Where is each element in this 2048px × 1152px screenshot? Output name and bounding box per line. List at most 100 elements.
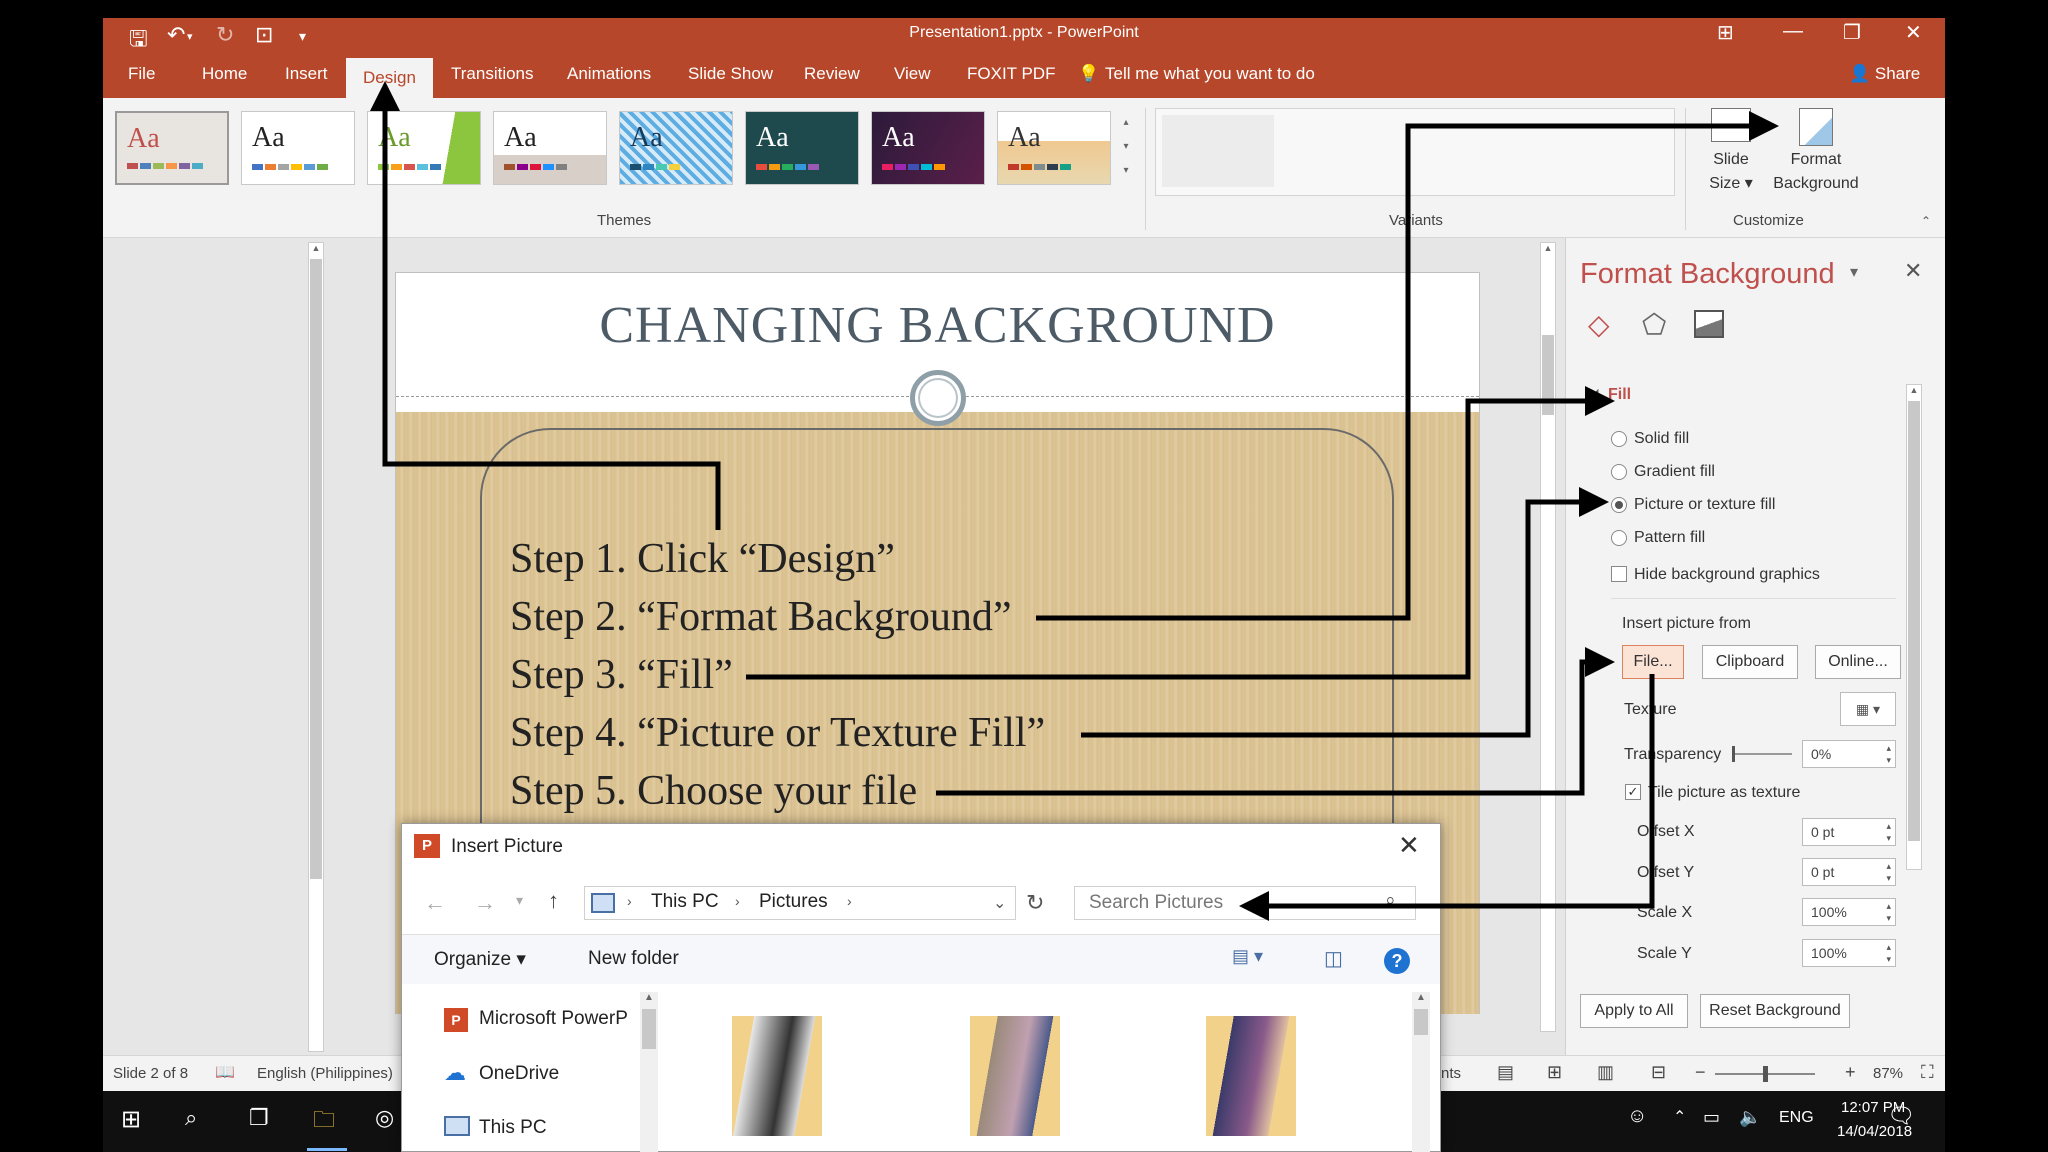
action-center-icon[interactable]: 🗨: [1887, 1103, 1915, 1129]
clipboard-button[interactable]: Clipboard: [1702, 645, 1798, 679]
pane-scrollbar[interactable]: ▲: [1906, 384, 1922, 870]
tab-view[interactable]: View: [894, 64, 931, 84]
tab-animations[interactable]: Animations: [567, 64, 651, 84]
scale-x-spinner[interactable]: 100%: [1802, 898, 1896, 926]
tab-transitions[interactable]: Transitions: [451, 64, 534, 84]
pattern-fill-radio[interactable]: [1611, 530, 1627, 546]
theme-thumbnail-2[interactable]: Aa: [241, 111, 355, 185]
tile-checkbox[interactable]: ✓: [1625, 784, 1641, 800]
files-pane-scrollbar[interactable]: ▲: [1412, 992, 1430, 1152]
picture-icon[interactable]: [1694, 310, 1724, 338]
nav-item-microsoft-powerpoint[interactable]: Microsoft PowerP: [479, 1008, 628, 1030]
search-icon[interactable]: ⌕: [1385, 890, 1396, 912]
address-bar[interactable]: › This PC › Pictures › ⌄: [584, 886, 1016, 920]
dialog-close-icon[interactable]: ✕: [1398, 830, 1420, 861]
scroll-up-icon[interactable]: ▲: [1541, 243, 1555, 255]
tab-design[interactable]: Design: [346, 58, 433, 98]
apply-to-all-button[interactable]: Apply to All: [1580, 994, 1688, 1028]
fill-section-header[interactable]: Fill: [1608, 386, 1631, 404]
step-4-text[interactable]: Step 4. “Picture or Texture Fill”: [510, 709, 1045, 757]
variant-thumbnail[interactable]: [1162, 115, 1274, 187]
folder-thumbnail-1[interactable]: [732, 1016, 822, 1136]
scroll-up-icon[interactable]: ▲: [309, 243, 323, 255]
solid-fill-radio[interactable]: [1611, 431, 1627, 447]
online-button[interactable]: Online...: [1815, 645, 1901, 679]
breadcrumb-this-pc[interactable]: This PC: [651, 891, 719, 913]
gradient-fill-radio[interactable]: [1611, 464, 1627, 480]
change-view-icon[interactable]: ▤ ▾: [1232, 946, 1263, 967]
scroll-thumb[interactable]: [310, 259, 322, 879]
zoom-out-icon[interactable]: −: [1695, 1062, 1706, 1083]
slide-size-button[interactable]: Slide Size ▾: [1703, 108, 1759, 208]
restore-icon[interactable]: ❐: [1843, 20, 1861, 45]
windows-start-icon[interactable]: ⊞: [121, 1105, 141, 1134]
spellcheck-icon[interactable]: 📖: [215, 1062, 235, 1082]
tab-slide-show[interactable]: Slide Show: [688, 64, 773, 84]
picture-texture-fill-radio[interactable]: [1611, 497, 1627, 513]
folder-thumbnail-2[interactable]: [970, 1016, 1060, 1136]
organize-button[interactable]: Organize ▾: [434, 948, 526, 971]
zoom-slider-thumb[interactable]: [1763, 1066, 1768, 1082]
input-language[interactable]: ENG: [1779, 1109, 1814, 1127]
theme-thumbnail-office[interactable]: Aa: [115, 111, 229, 185]
address-dropdown-icon[interactable]: ⌄: [993, 893, 1006, 913]
scroll-thumb[interactable]: [1542, 335, 1554, 415]
theme-thumbnail-8[interactable]: Aa: [997, 111, 1111, 185]
breadcrumb-pictures[interactable]: Pictures: [759, 891, 828, 913]
tile-label[interactable]: Tile picture as texture: [1648, 784, 1800, 802]
step-5-text[interactable]: Step 5. Choose your file: [510, 767, 917, 815]
reading-view-icon[interactable]: ▥: [1597, 1062, 1614, 1083]
zoom-level[interactable]: 87%: [1873, 1065, 1903, 1082]
slide-sorter-icon[interactable]: ⊞: [1547, 1062, 1562, 1083]
battery-icon[interactable]: ▭: [1703, 1107, 1720, 1128]
fill-collapse-icon[interactable]: ◢: [1590, 386, 1598, 399]
tab-foxit-pdf[interactable]: FOXIT PDF: [967, 64, 1055, 84]
zoom-slider[interactable]: [1715, 1066, 1815, 1082]
theme-thumbnail-7[interactable]: Aa: [871, 111, 985, 185]
picture-texture-fill-label[interactable]: Picture or texture fill: [1634, 496, 1775, 514]
normal-view-icon[interactable]: ▤: [1497, 1062, 1514, 1083]
scroll-up-icon[interactable]: ▲: [640, 992, 658, 1003]
fit-slide-icon[interactable]: ⛶: [1921, 1062, 1934, 1083]
scroll-thumb[interactable]: [1908, 401, 1920, 841]
scroll-thumb[interactable]: [642, 1009, 656, 1049]
folder-thumbnail-3[interactable]: [1206, 1016, 1296, 1136]
volume-icon[interactable]: 🔈: [1739, 1107, 1761, 1128]
chrome-icon[interactable]: ◎: [375, 1105, 394, 1131]
scroll-thumb[interactable]: [1414, 1009, 1428, 1035]
scroll-up-icon[interactable]: ▲: [1412, 992, 1430, 1003]
step-3-text[interactable]: Step 3. “Fill”: [510, 651, 733, 699]
search-icon[interactable]: ⌕: [185, 1105, 197, 1131]
people-icon[interactable]: ☺: [1627, 1105, 1647, 1128]
gradient-fill-label[interactable]: Gradient fill: [1634, 463, 1715, 481]
refresh-icon[interactable]: ↻: [1026, 890, 1044, 916]
show-hidden-icons-icon[interactable]: ⌃: [1673, 1107, 1686, 1127]
fill-bucket-icon[interactable]: ◇: [1588, 308, 1610, 341]
nav-pane-scrollbar[interactable]: ▲: [640, 992, 658, 1152]
transparency-slider[interactable]: [1732, 746, 1792, 762]
pane-close-icon[interactable]: ✕: [1904, 258, 1922, 284]
nav-item-onedrive[interactable]: OneDrive: [479, 1063, 559, 1085]
nav-item-this-pc[interactable]: This PC: [479, 1117, 547, 1139]
format-background-button[interactable]: Format Background: [1767, 108, 1865, 208]
solid-fill-label[interactable]: Solid fill: [1634, 430, 1689, 448]
ribbon-display-options-icon[interactable]: ⊞: [1717, 20, 1734, 45]
recent-locations-icon[interactable]: ▾: [516, 892, 523, 909]
theme-thumbnail-4[interactable]: Aa: [493, 111, 607, 185]
hide-graphics-label[interactable]: Hide background graphics: [1634, 566, 1820, 584]
share-button[interactable]: 👤 Share: [1849, 64, 1920, 84]
file-button[interactable]: File...: [1622, 645, 1684, 679]
offset-y-spinner[interactable]: 0 pt: [1802, 858, 1896, 886]
pattern-fill-label[interactable]: Pattern fill: [1634, 529, 1705, 547]
search-pictures-input[interactable]: Search Pictures ⌕: [1074, 886, 1416, 920]
new-folder-button[interactable]: New folder: [588, 948, 679, 970]
thumbnail-scrollbar[interactable]: ▲: [308, 242, 324, 1052]
task-view-icon[interactable]: ❐: [249, 1105, 269, 1131]
forward-arrow-icon[interactable]: →: [474, 890, 496, 916]
tab-insert[interactable]: Insert: [285, 64, 328, 84]
scale-y-spinner[interactable]: 100%: [1802, 939, 1896, 967]
minimize-icon[interactable]: —: [1783, 20, 1803, 43]
step-2-text[interactable]: Step 2. “Format Background”: [510, 593, 1012, 641]
reset-background-button[interactable]: Reset Background: [1700, 994, 1850, 1028]
zoom-in-icon[interactable]: +: [1845, 1062, 1856, 1083]
